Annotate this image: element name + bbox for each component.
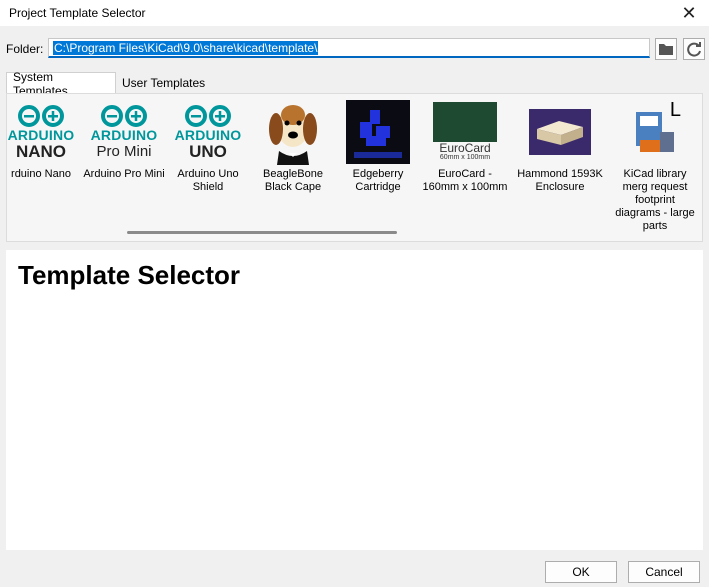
folder-path-text: C:\Program Files\KiCad\9.0\share\kicad\t… [53, 41, 319, 55]
template-tile[interactable]: Edgeberry Cartridge [334, 98, 422, 194]
template-image: ARDUINO Pro Mini [80, 98, 168, 166]
template-image: ARDUINO NANO [7, 98, 85, 166]
template-tile[interactable]: EuroCard 60mm x 100mm EuroCard - 160mm x… [421, 98, 509, 194]
logo-variant: Pro Mini [96, 142, 152, 160]
folder-path-input[interactable]: C:\Program Files\KiCad\9.0\share\kicad\t… [48, 38, 650, 58]
logo-word: ARDUINO [7, 126, 75, 143]
template-label: Arduino Pro Mini [83, 168, 165, 180]
ok-button[interactable]: OK [545, 561, 617, 583]
template-label: EuroCard - 160mm x 100mm [422, 168, 508, 193]
template-gallery: ARDUINO NANO rduino Nano ARDUINO Pro Min… [6, 93, 703, 242]
gallery-scrollbar[interactable] [127, 231, 397, 234]
template-tile[interactable]: ARDUINO Pro Mini Arduino Pro Mini [80, 98, 168, 181]
template-label: BeagleBone Black Cape [263, 168, 323, 193]
cancel-button[interactable]: Cancel [628, 561, 700, 583]
title-bar: Project Template Selector ✕ [0, 0, 709, 26]
template-tile[interactable]: L KiCad library merg request footprint d… [611, 98, 699, 233]
logo-variant: UNO [189, 141, 227, 161]
enclosure-box-icon [529, 109, 591, 155]
arduino-logo-icon [17, 104, 64, 127]
folder-label: Folder: [6, 42, 44, 56]
template-image: L [611, 98, 699, 166]
eurocard-board-icon [433, 102, 497, 142]
template-label: rduino Nano [11, 168, 71, 180]
edgeberry-cartridge-icon [346, 100, 410, 164]
refresh-button[interactable] [683, 38, 705, 60]
template-image [516, 98, 604, 166]
close-icon[interactable]: ✕ [669, 0, 709, 26]
beagle-dog-icon [269, 105, 317, 165]
eurocard-image-title: EuroCard [439, 141, 491, 155]
template-image: EuroCard 60mm x 100mm [421, 98, 509, 166]
logo-word: ARDUINO [90, 126, 158, 143]
template-label: Edgeberry Cartridge [352, 168, 404, 193]
template-image: ARDUINO UNO [164, 98, 252, 166]
tab-user-templates[interactable]: User Templates [116, 72, 216, 93]
arduino-logo-icon [100, 104, 147, 127]
logo-word: ARDUINO [174, 126, 242, 143]
template-tile[interactable]: ARDUINO NANO rduino Nano [7, 98, 85, 181]
logo-variant: NANO [15, 141, 67, 161]
browse-folder-button[interactable] [655, 38, 677, 60]
template-image [334, 98, 422, 166]
template-tile[interactable]: Hammond 1593K Enclosure [516, 98, 604, 194]
template-tile[interactable]: BeagleBone Black Cape [249, 98, 337, 194]
tab-system-templates[interactable]: System Templates [6, 70, 116, 98]
library-letter: L [669, 99, 681, 121]
refresh-icon [687, 42, 701, 57]
template-description-panel: Template Selector [6, 250, 703, 550]
window-title: Project Template Selector [9, 6, 146, 20]
template-label: Hammond 1593K Enclosure [517, 168, 603, 193]
content-heading: Template Selector [18, 260, 241, 290]
template-label: KiCad library merg request footprint dia… [615, 168, 695, 232]
template-tile[interactable]: ARDUINO UNO Arduino Uno Shield [164, 98, 252, 194]
folder-icon [659, 44, 673, 55]
eurocard-image-subtitle: 60mm x 100mm [439, 154, 491, 161]
template-image [249, 98, 337, 166]
arduino-logo-icon [184, 104, 231, 127]
template-label: Arduino Uno Shield [177, 168, 239, 193]
